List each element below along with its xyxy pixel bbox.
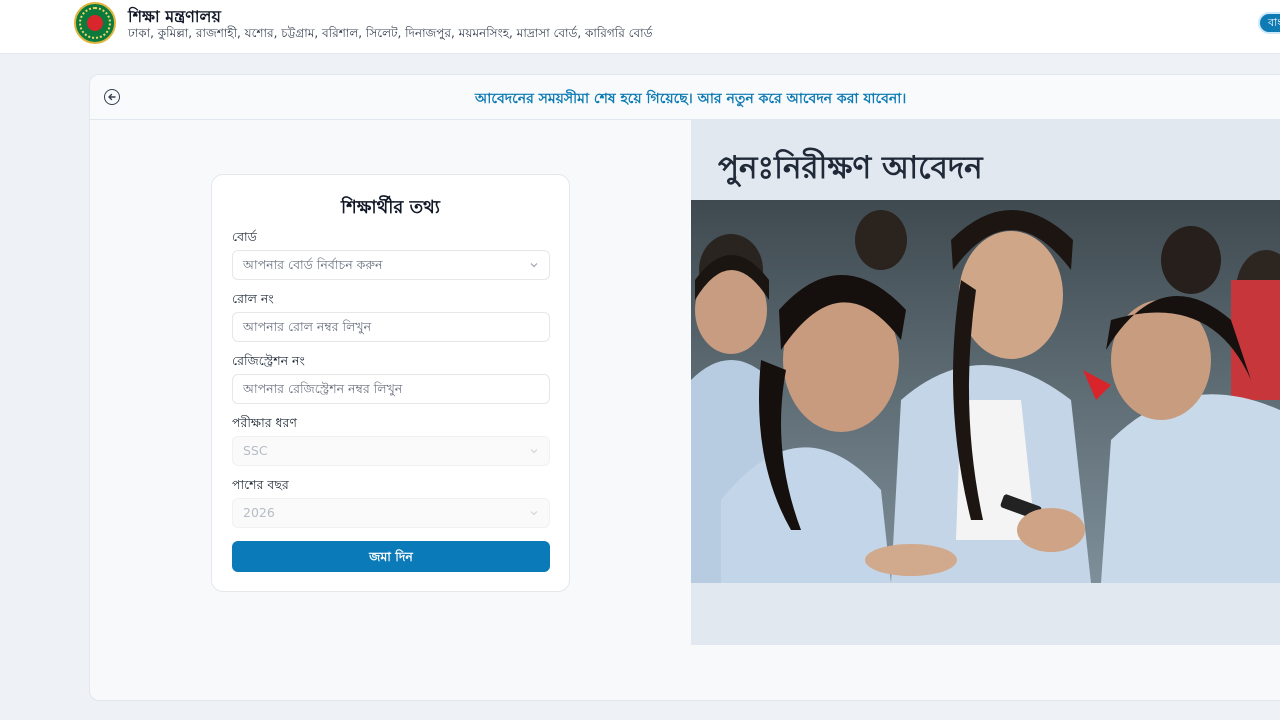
exam-type-label: পরীক্ষার ধরণ [232, 415, 297, 430]
registration-label: রেজিস্ট্রেশন নং [232, 353, 305, 368]
board-select[interactable]: আপনার বোর্ড নির্বাচন করুন [232, 250, 550, 280]
submit-button[interactable]: জমা দিন [232, 541, 550, 572]
board-select-placeholder: আপনার বোর্ড নির্বাচন করুন [243, 257, 383, 272]
roll-input-placeholder: আপনার রোল নম্বর লিখুন [243, 319, 372, 334]
students-photo [691, 200, 1280, 583]
site-subtitle: ঢাকা, কুমিল্লা, রাজশাহী, যশোর, চট্টগ্রাম… [128, 26, 653, 40]
chevron-down-icon [530, 263, 538, 268]
arrow-left-icon [108, 93, 116, 101]
passing-year-value: 2026 [243, 505, 275, 520]
registration-input-placeholder: আপনার রেজিস্ট্রেশন নম্বর লিখুন [243, 381, 403, 396]
board-label: বোর্ড [232, 229, 257, 244]
roll-input[interactable]: আপনার রোল নম্বর লিখুন [232, 312, 550, 342]
site-header: শিক্ষা মন্ত্রণালয় ঢাকা, কুমিল্লা, রাজশা… [0, 0, 1280, 54]
back-button[interactable] [104, 89, 120, 105]
government-seal-logo[interactable] [74, 2, 116, 44]
main-card: আবেদনের সময়সীমা শেষ হয়ে গিয়েছে। আর নত… [89, 74, 1280, 701]
deadline-notice: আবেদনের সময়সীমা শেষ হয়ে গিয়েছে। আর নত… [475, 91, 907, 107]
hero-title: পুনঃনিরীক্ষণ আবেদন [718, 150, 983, 186]
passing-year-select[interactable]: 2026 [232, 498, 550, 528]
chevron-down-icon [530, 449, 538, 454]
chevron-down-icon [530, 511, 538, 516]
language-toggle[interactable]: বাং [1258, 12, 1280, 34]
form-title: শিক্ষার্থীর তথ্য [341, 197, 440, 218]
student-info-form: শিক্ষার্থীর তথ্য বোর্ড আপনার বোর্ড নির্ব… [211, 174, 570, 592]
exam-type-select[interactable]: SSC [232, 436, 550, 466]
hero-panel: পুনঃনিরীক্ষণ আবেদন [691, 120, 1280, 645]
notice-bar: আবেদনের সময়সীমা শেষ হয়ে গিয়েছে। আর নত… [90, 75, 1280, 120]
exam-type-value: SSC [243, 443, 268, 458]
passing-year-label: পাশের বছর [232, 477, 289, 492]
roll-label: রোল নং [232, 291, 274, 306]
registration-input[interactable]: আপনার রেজিস্ট্রেশন নম্বর লিখুন [232, 374, 550, 404]
